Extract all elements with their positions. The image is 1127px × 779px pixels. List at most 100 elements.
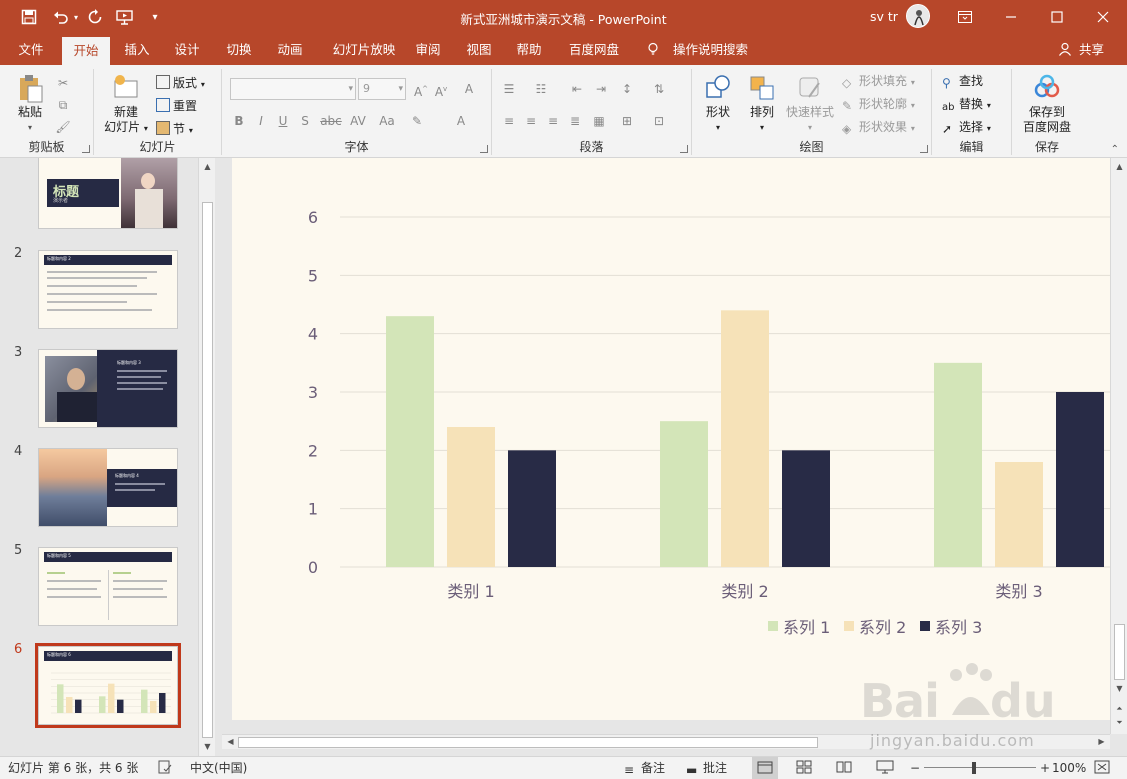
quick-styles-button[interactable]: 快速样式 ▾ bbox=[784, 73, 836, 135]
avatar[interactable] bbox=[906, 4, 930, 28]
slide-thumbnail-3[interactable]: 标题和内容 3 bbox=[38, 349, 178, 428]
align-left-icon[interactable]: ≡ bbox=[500, 111, 518, 131]
slide-thumbnail-6[interactable]: 标题和内容 6 bbox=[38, 646, 178, 725]
minimize-icon[interactable] bbox=[988, 0, 1034, 34]
underline-button[interactable]: U bbox=[274, 111, 292, 131]
font-launcher-icon[interactable] bbox=[480, 145, 488, 153]
character-spacing-button[interactable]: AV bbox=[346, 111, 370, 131]
zoom-out-icon[interactable]: − bbox=[910, 760, 920, 777]
tab-baidu-netdisk[interactable]: 百度网盘 bbox=[560, 34, 628, 65]
undo-icon[interactable] bbox=[50, 6, 72, 28]
undo-dropdown-icon[interactable]: ▾ bbox=[70, 6, 82, 28]
bullets-icon[interactable]: ☰ bbox=[500, 79, 518, 99]
bar[interactable] bbox=[782, 450, 830, 567]
redo-icon[interactable] bbox=[84, 6, 106, 28]
font-size-combo[interactable]: 9 ▾ bbox=[358, 78, 406, 100]
scroll-up-arrow-icon[interactable]: ▲ bbox=[199, 160, 216, 174]
slideshow-view-icon[interactable] bbox=[876, 760, 894, 777]
fit-to-window-icon[interactable] bbox=[1094, 760, 1110, 777]
bar[interactable] bbox=[386, 316, 434, 567]
strikethrough-button[interactable]: abc bbox=[318, 111, 344, 131]
save-icon[interactable] bbox=[18, 6, 40, 28]
notes-button[interactable]: ≡ 备注 bbox=[624, 760, 665, 777]
slide-thumbnail-5[interactable]: 标题和内容 5 bbox=[38, 547, 178, 626]
collapse-ribbon-icon[interactable]: ⌃ bbox=[1111, 144, 1119, 155]
share-button[interactable]: 共享 bbox=[1058, 34, 1104, 65]
tab-transitions[interactable]: 切换 bbox=[218, 34, 260, 65]
format-painter-icon[interactable]: 🖌 bbox=[54, 117, 72, 137]
text-shadow-button[interactable]: S bbox=[296, 111, 314, 131]
scroll-left-arrow-icon[interactable]: ◀ bbox=[222, 735, 239, 749]
clear-formatting-icon[interactable]: A bbox=[460, 79, 478, 99]
font-color-icon[interactable]: A bbox=[452, 111, 470, 131]
bar[interactable] bbox=[934, 362, 982, 567]
distribute-icon[interactable]: ▦ bbox=[590, 111, 608, 131]
ribbon-display-options-icon[interactable] bbox=[942, 0, 988, 34]
chart[interactable]: 0 1 2 3 4 5 6 类别 1 类别 2 类别 3 系列 1 系列 2 系列 3 bbox=[232, 158, 1110, 720]
slide-thumbnail-2[interactable]: 标题和内容 2 bbox=[38, 250, 178, 329]
cut-icon[interactable]: ✂ bbox=[54, 73, 72, 93]
clipboard-launcher-icon[interactable] bbox=[82, 145, 90, 153]
bar[interactable] bbox=[1056, 392, 1104, 567]
text-direction-icon[interactable]: ⇅ bbox=[650, 79, 668, 99]
replace-button[interactable]: ab 替换 ▾ bbox=[942, 94, 991, 114]
tab-view[interactable]: 视图 bbox=[458, 34, 500, 65]
vertical-scrollbar[interactable]: ▲ ▼ ⏶ ⏷ bbox=[1110, 158, 1127, 734]
next-slide-icon[interactable]: ⏷ bbox=[1111, 716, 1127, 730]
bar[interactable] bbox=[721, 310, 769, 567]
zoom-slider-thumb[interactable] bbox=[972, 762, 976, 774]
scrollbar-thumb[interactable] bbox=[1114, 624, 1125, 680]
decrease-indent-icon[interactable]: ⇤ bbox=[568, 79, 586, 99]
zoom-in-icon[interactable]: + bbox=[1040, 760, 1050, 777]
numbering-icon[interactable]: ☷ bbox=[532, 79, 550, 99]
tab-help[interactable]: 帮助 bbox=[508, 34, 550, 65]
shape-outline-button[interactable]: ✎ 形状轮廓 ▾ bbox=[842, 94, 915, 114]
tab-slideshow[interactable]: 幻灯片放映 bbox=[322, 34, 406, 65]
scrollbar-thumb[interactable] bbox=[202, 202, 213, 738]
close-icon[interactable] bbox=[1080, 0, 1126, 34]
shapes-button[interactable]: 形状 ▾ bbox=[698, 73, 738, 135]
scroll-down-arrow-icon[interactable]: ▼ bbox=[1111, 682, 1127, 696]
new-slide-button[interactable]: 新建 幻灯片 ▾ bbox=[100, 73, 152, 136]
font-name-combo[interactable]: ▾ bbox=[230, 78, 356, 100]
find-button[interactable]: ⚲ 查找 bbox=[942, 71, 983, 91]
reset-button[interactable]: 重置 bbox=[156, 96, 197, 116]
copy-icon[interactable]: ⧉ bbox=[54, 95, 72, 115]
tab-file[interactable]: 文件 bbox=[8, 34, 54, 65]
shape-effects-button[interactable]: ◈ 形状效果 ▾ bbox=[842, 117, 915, 137]
bar[interactable] bbox=[660, 421, 708, 567]
comments-button[interactable]: ▬ 批注 bbox=[686, 760, 727, 777]
decrease-font-size-icon[interactable]: Av bbox=[432, 79, 450, 99]
tab-design[interactable]: 设计 bbox=[166, 34, 208, 65]
spelling-check-icon[interactable] bbox=[158, 760, 172, 777]
normal-view-icon[interactable] bbox=[752, 757, 778, 779]
scrollbar-thumb[interactable] bbox=[238, 737, 818, 748]
scroll-right-arrow-icon[interactable]: ▶ bbox=[1093, 735, 1110, 749]
columns-icon[interactable]: ⊞ bbox=[618, 111, 636, 131]
align-center-icon[interactable]: ≡ bbox=[522, 111, 540, 131]
bar[interactable] bbox=[447, 427, 495, 567]
present-from-start-icon[interactable] bbox=[114, 6, 136, 28]
increase-font-size-icon[interactable]: A^ bbox=[412, 79, 430, 99]
customize-qat-icon[interactable]: ▾ bbox=[144, 6, 166, 28]
bold-button[interactable]: B bbox=[230, 111, 248, 131]
layout-button[interactable]: 版式 ▾ bbox=[156, 73, 205, 93]
tab-insert[interactable]: 插入 bbox=[116, 34, 158, 65]
maximize-icon[interactable] bbox=[1034, 0, 1080, 34]
arrange-button[interactable]: 排列 ▾ bbox=[742, 73, 782, 135]
user-name[interactable]: sv tr bbox=[870, 9, 898, 24]
paragraph-launcher-icon[interactable] bbox=[680, 145, 688, 153]
slide-sorter-icon[interactable] bbox=[796, 760, 812, 777]
current-slide[interactable]: 0 1 2 3 4 5 6 类别 1 类别 2 类别 3 系列 1 系列 2 系列 3 bbox=[232, 158, 1110, 720]
slide-pane-scrollbar[interactable]: ▲ ▼ bbox=[198, 158, 215, 756]
scroll-up-arrow-icon[interactable]: ▲ bbox=[1111, 160, 1127, 174]
italic-button[interactable]: I bbox=[252, 111, 270, 131]
tell-me-search[interactable]: 操作说明搜索 bbox=[646, 34, 748, 65]
zoom-slider-track[interactable] bbox=[924, 767, 1036, 768]
slide-thumbnail-1[interactable]: 标题 演示者 bbox=[38, 158, 178, 229]
section-button[interactable]: 节 ▾ bbox=[156, 119, 193, 139]
zoom-level[interactable]: 100% bbox=[1052, 760, 1086, 777]
language-status[interactable]: 中文(中国) bbox=[190, 760, 247, 777]
line-spacing-icon[interactable]: ↕ bbox=[618, 79, 636, 99]
paste-button[interactable]: 粘贴 ▾ bbox=[10, 73, 50, 135]
